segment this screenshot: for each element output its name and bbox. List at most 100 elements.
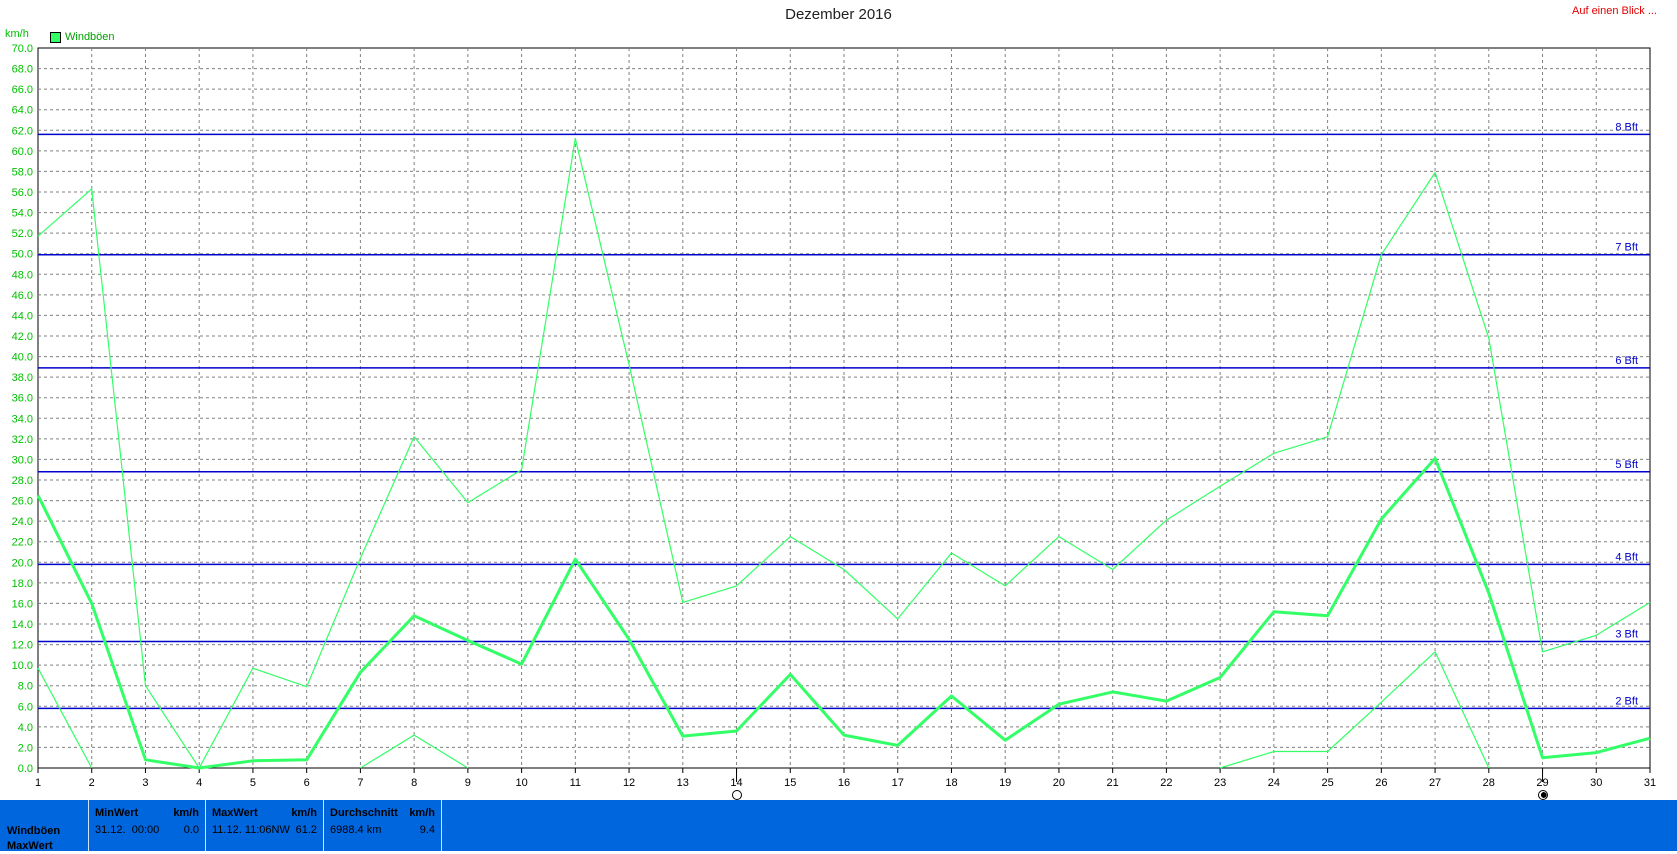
y-tick-label: 16.0: [12, 598, 33, 610]
y-tick-label: 10.0: [12, 660, 33, 672]
x-tick-label: 19: [999, 777, 1011, 789]
avg-header: Durchschnitt: [330, 807, 398, 819]
y-tick-label: 4.0: [18, 722, 33, 734]
x-tick-label: 20: [1053, 777, 1065, 789]
new-moon-icon: [1537, 790, 1548, 800]
y-tick-label: 66.0: [12, 84, 33, 96]
x-tick-label: 10: [515, 777, 527, 789]
y-tick-label: 58.0: [12, 166, 33, 178]
full-moon-icon: [731, 790, 742, 800]
max-direction: NW: [271, 824, 290, 836]
y-tick-label: 2.0: [18, 742, 33, 754]
y-tick-label: 54.0: [12, 208, 33, 220]
statistics-row-labels: Windböen MaxWert: [7, 824, 60, 854]
x-tick-label: 25: [1321, 777, 1333, 789]
avg-unit: km/h: [409, 807, 435, 819]
y-tick-label: 50.0: [12, 249, 33, 261]
y-tick-label: 42.0: [12, 331, 33, 343]
x-tick-label: 31: [1644, 777, 1656, 789]
x-tick-label: 18: [945, 777, 957, 789]
y-tick-label: 38.0: [12, 372, 33, 384]
x-tick-label: 23: [1214, 777, 1226, 789]
y-tick-label: 28.0: [12, 475, 33, 487]
y-tick-label: 14.0: [12, 619, 33, 631]
x-tick-label: 5: [250, 777, 256, 789]
y-tick-label: 32.0: [12, 434, 33, 446]
y-tick-label: 48.0: [12, 269, 33, 281]
y-tick-label: 6.0: [18, 701, 33, 713]
x-tick-label: 1: [35, 777, 41, 789]
beaufort-label: 7 Bft: [1615, 242, 1638, 254]
statistics-panel: Windböen MaxWert MinWert km/h 31.12. 00:0…: [0, 800, 1677, 854]
y-tick-label: 36.0: [12, 393, 33, 405]
x-tick-label: 7: [357, 777, 363, 789]
x-tick-label: 24: [1268, 777, 1280, 789]
x-tick-label: 16: [838, 777, 850, 789]
y-tick-label: 46.0: [12, 290, 33, 302]
legend: Windböen: [50, 31, 115, 43]
y-tick-label: 56.0: [12, 187, 33, 199]
x-tick-label: 13: [677, 777, 689, 789]
x-tick-label: 28: [1483, 777, 1495, 789]
beaufort-label: 3 Bft: [1615, 628, 1638, 640]
y-tick-label: 12.0: [12, 640, 33, 652]
max-header: MaxWert: [212, 807, 258, 819]
max-value: 61.2: [295, 824, 317, 836]
y-tick-label: 0.0: [18, 763, 33, 775]
y-tick-label: 64.0: [12, 105, 33, 117]
x-tick-label: 9: [465, 777, 471, 789]
x-tick-label: 12: [623, 777, 635, 789]
y-tick-label: 70.0: [12, 43, 33, 55]
beaufort-label: 6 Bft: [1615, 355, 1638, 367]
x-tick-label: 30: [1590, 777, 1602, 789]
y-tick-label: 60.0: [12, 146, 33, 158]
chart-canvas: 0.0 2.0 4.0 6.0 8.0 10.0 12.0 14.0 16.0 18.0 20.0 2…: [12, 43, 1657, 789]
avg-total: 6988.4 km: [330, 824, 382, 836]
row-label-maxwert: MaxWert: [7, 840, 53, 852]
min-value-box: MinWert km/h 31.12. 00:00 0.0: [88, 800, 205, 851]
y-tick-label: 8.0: [18, 681, 33, 693]
y-tick-label: 44.0: [12, 310, 33, 322]
x-tick-label: 22: [1160, 777, 1172, 789]
min-value: 0.0: [183, 824, 199, 836]
y-tick-label: 52.0: [12, 228, 33, 240]
beaufort-label: 2 Bft: [1615, 695, 1638, 707]
y-axis-unit-label: km/h: [5, 28, 29, 40]
average-value-box: Durchschnitt km/h 6988.4 km 9.4: [323, 800, 442, 851]
y-tick-label: 22.0: [12, 537, 33, 549]
x-tick-label: 3: [142, 777, 148, 789]
max-value-box: MaxWert km/h 11.12. 11:06NW 61.2: [205, 800, 323, 851]
max-datetime: 11.12. 11:06: [212, 824, 272, 836]
x-tick-label: 11: [570, 777, 581, 789]
x-tick-label: 2: [89, 777, 95, 789]
row-label-windboeen: Windböen: [7, 825, 61, 837]
legend-swatch: [50, 31, 61, 43]
x-tick-label: 15: [784, 777, 796, 789]
chart-title: Dezember 2016: [785, 6, 892, 23]
overview-link[interactable]: Auf einen Blick ...: [1572, 5, 1657, 17]
y-tick-label: 20.0: [12, 557, 33, 569]
y-tick-label: 24.0: [12, 516, 33, 528]
y-tick-label: 40.0: [12, 352, 33, 364]
y-tick-label: 68.0: [12, 64, 33, 76]
x-tick-label: 17: [892, 777, 904, 789]
beaufort-label: 5 Bft: [1615, 459, 1638, 471]
max-unit: km/h: [291, 807, 317, 819]
y-tick-label: 18.0: [12, 578, 33, 590]
y-tick-label: 26.0: [12, 496, 33, 508]
min-time: 00:00: [131, 824, 160, 836]
y-tick-label: 30.0: [12, 454, 33, 466]
x-tick-label: 21: [1107, 777, 1119, 789]
x-tick-label: 6: [304, 777, 310, 789]
min-header: MinWert: [95, 807, 139, 819]
avg-value: 9.4: [419, 824, 435, 836]
min-unit: km/h: [173, 807, 199, 819]
y-tick-label: 62.0: [12, 125, 33, 137]
beaufort-label: 4 Bft: [1615, 551, 1638, 563]
y-tick-label: 34.0: [12, 413, 33, 425]
x-tick-label: 8: [411, 777, 417, 789]
x-tick-label: 27: [1429, 777, 1441, 789]
min-date: 31.12.: [95, 824, 126, 836]
legend-label: Windböen: [65, 31, 115, 43]
x-tick-label: 4: [196, 777, 202, 789]
